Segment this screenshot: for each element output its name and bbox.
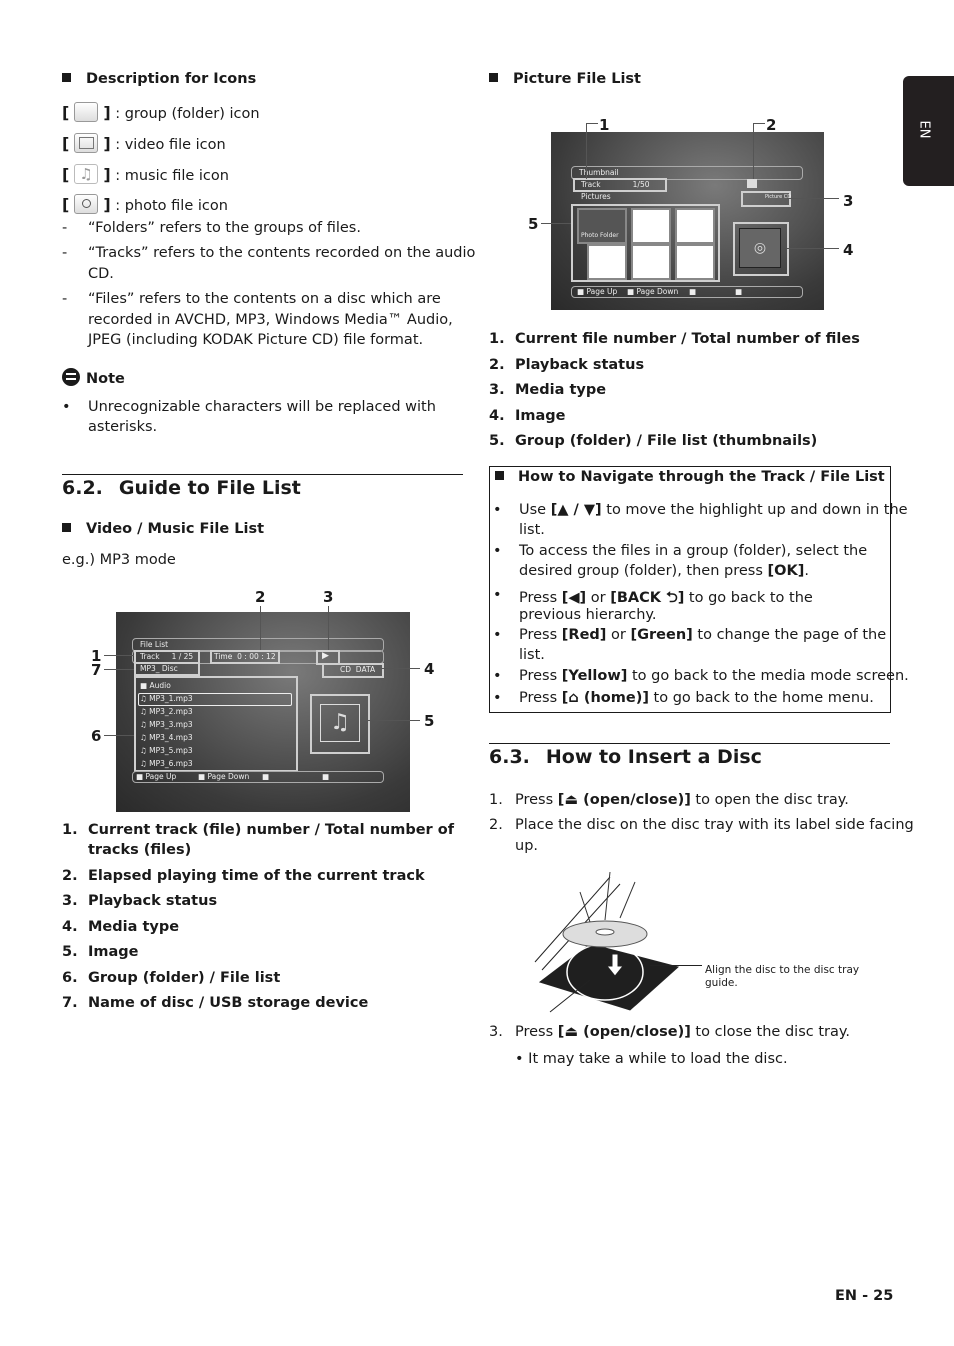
page-number: EN - 25: [835, 1288, 894, 1304]
callout-5: 5: [424, 712, 435, 730]
legend-item: 2. Playback status: [489, 357, 645, 373]
example-label: e.g.) MP3 mode: [62, 552, 176, 568]
callout-7: 7: [91, 661, 102, 679]
step-item: 3. Press [⏏ (open/close)] to close the di…: [489, 1024, 850, 1040]
legend-item: 5. Image: [62, 944, 139, 960]
thumbnail[interactable]: [675, 244, 715, 280]
note-icon: [62, 368, 80, 386]
icons-heading: Description for Icons: [62, 71, 256, 87]
navigate-item: • To access the files in a group (folder)…: [493, 543, 868, 579]
legend-item: 7. Name of disc / USB storage device: [62, 995, 369, 1011]
language-tab-label: EN: [916, 120, 932, 139]
legend-item: 6. Group (folder) / File list: [62, 970, 281, 986]
camera-image-icon: ◎: [739, 228, 781, 268]
navigate-item: • Use [▲ / ▼] to move the highlight up an…: [493, 502, 908, 538]
file-row[interactable]: ♫ MP3_3.mp3: [140, 720, 193, 729]
track-indicator: Track 1 / 25: [140, 652, 194, 661]
legend-item: 3. Playback status: [62, 893, 218, 909]
step-item: 2. Place the disc on the disc tray with i…: [489, 817, 914, 854]
icon-desc-photo: [] : photo file icon: [62, 194, 228, 214]
video-music-subheading: Video / Music File List: [62, 521, 264, 537]
callout-4: 4: [424, 660, 435, 678]
navigate-item: • Press [Red] or [Green] to change the pa…: [493, 627, 887, 663]
icon-desc-music: [♫] : music file icon: [62, 164, 229, 184]
file-row[interactable]: ♫ MP3_5.mp3: [140, 746, 193, 755]
navigate-heading: How to Navigate through the Track / File…: [495, 469, 885, 485]
section-divider: [62, 474, 463, 475]
page-up-hint: ■ Page Up: [136, 772, 177, 781]
navigate-item: • Press [Yellow] to go back to the media …: [493, 668, 909, 684]
legend-item: 1. Current track (file) number / Total nu…: [62, 822, 455, 858]
section-62-heading: 6.2. Guide to File List: [62, 477, 301, 499]
section-divider: [489, 743, 890, 744]
step-item: 1. Press [⏏ (open/close)] to open the dis…: [489, 792, 849, 808]
callout-3: 3: [843, 192, 854, 210]
time-indicator: Time 0 : 00 : 12: [214, 652, 276, 661]
play-status-icon: ▶: [322, 651, 329, 661]
disc-tray-illustration: [534, 871, 680, 1013]
play-status-icon: [747, 179, 757, 188]
navigate-item: • Press [⌂ (home)] to go back to the home…: [493, 690, 874, 706]
folder-row[interactable]: ■ Audio: [140, 681, 171, 690]
file-row[interactable]: ♫ MP3_6.mp3: [140, 759, 193, 768]
media-type: CD DATA: [340, 665, 376, 674]
page-down-hint: ■ Page Down: [627, 287, 679, 296]
folder-label: Pictures: [581, 192, 611, 201]
navigate-box: How to Navigate through the Track / File…: [489, 466, 909, 713]
picture-list-subheading: Picture File List: [489, 71, 641, 87]
thumbnail-title: Thumbnail: [579, 168, 619, 177]
thumbnail-screen: Thumbnail Track 1/50 Pictures Picture CD …: [551, 132, 824, 310]
callout-5: 5: [528, 215, 539, 233]
video-file-icon: [74, 133, 99, 153]
language-tab: EN: [903, 76, 954, 186]
photo-file-icon: [74, 194, 99, 214]
media-type: Picture CD: [765, 194, 792, 200]
callout-2: 2: [766, 116, 777, 134]
note-heading: Note: [62, 368, 125, 387]
music-image-icon: ♫: [320, 704, 360, 742]
file-row[interactable]: ♫ MP3_1.mp3: [140, 694, 193, 703]
music-file-icon: ♫: [74, 164, 99, 184]
thumbnail[interactable]: [631, 244, 671, 280]
folder-icon: [74, 102, 99, 122]
legend-item: 4. Image: [489, 408, 566, 424]
photo-folder-thumb[interactable]: Photo Folder: [577, 208, 627, 244]
caption-pointer: [650, 965, 702, 966]
thumbnail[interactable]: [631, 208, 671, 244]
thumbnail[interactable]: [675, 208, 715, 244]
section-63-heading: 6.3. How to Insert a Disc: [489, 746, 762, 768]
icon-desc-folder: [] : group (folder) icon: [62, 102, 260, 122]
screen-title: File List: [140, 640, 169, 649]
file-row[interactable]: ♫ MP3_4.mp3: [140, 733, 193, 742]
track-indicator: Track 1/50: [581, 180, 650, 189]
legend-item: 3. Media type: [489, 382, 607, 398]
legend-item: 4. Media type: [62, 919, 180, 935]
legend-item: 5. Group (folder) / File list (thumbnails…: [489, 433, 818, 449]
callout-2: 2: [255, 588, 266, 606]
callout-1: 1: [599, 116, 610, 134]
file-list-screen: File List Track 1 / 25 Time 0 : 00 : 12 …: [116, 612, 410, 812]
illustration-caption: Align the disc to the disc tray guide.: [705, 964, 860, 989]
navigate-item: • Press [◀] or [BACK ⮌] to go back to the…: [493, 587, 813, 623]
sub-bullet: • It may take a while to load the disc.: [515, 1051, 788, 1067]
disc-name: MP3_ Disc: [140, 664, 178, 673]
thumbnail[interactable]: [587, 244, 627, 280]
page-up-hint: ■ Page Up: [577, 287, 618, 296]
legend-item: 2. Elapsed playing time of the current tr…: [62, 868, 425, 884]
page-down-hint: ■ Page Down: [198, 772, 250, 781]
file-row[interactable]: ♫ MP3_2.mp3: [140, 707, 193, 716]
legend-item: 1. Current file number / Total number of …: [489, 331, 860, 347]
icon-desc-video: [] : video file icon: [62, 133, 226, 153]
callout-6: 6: [91, 727, 102, 745]
callout-4: 4: [843, 241, 854, 259]
callout-3: 3: [323, 588, 334, 606]
